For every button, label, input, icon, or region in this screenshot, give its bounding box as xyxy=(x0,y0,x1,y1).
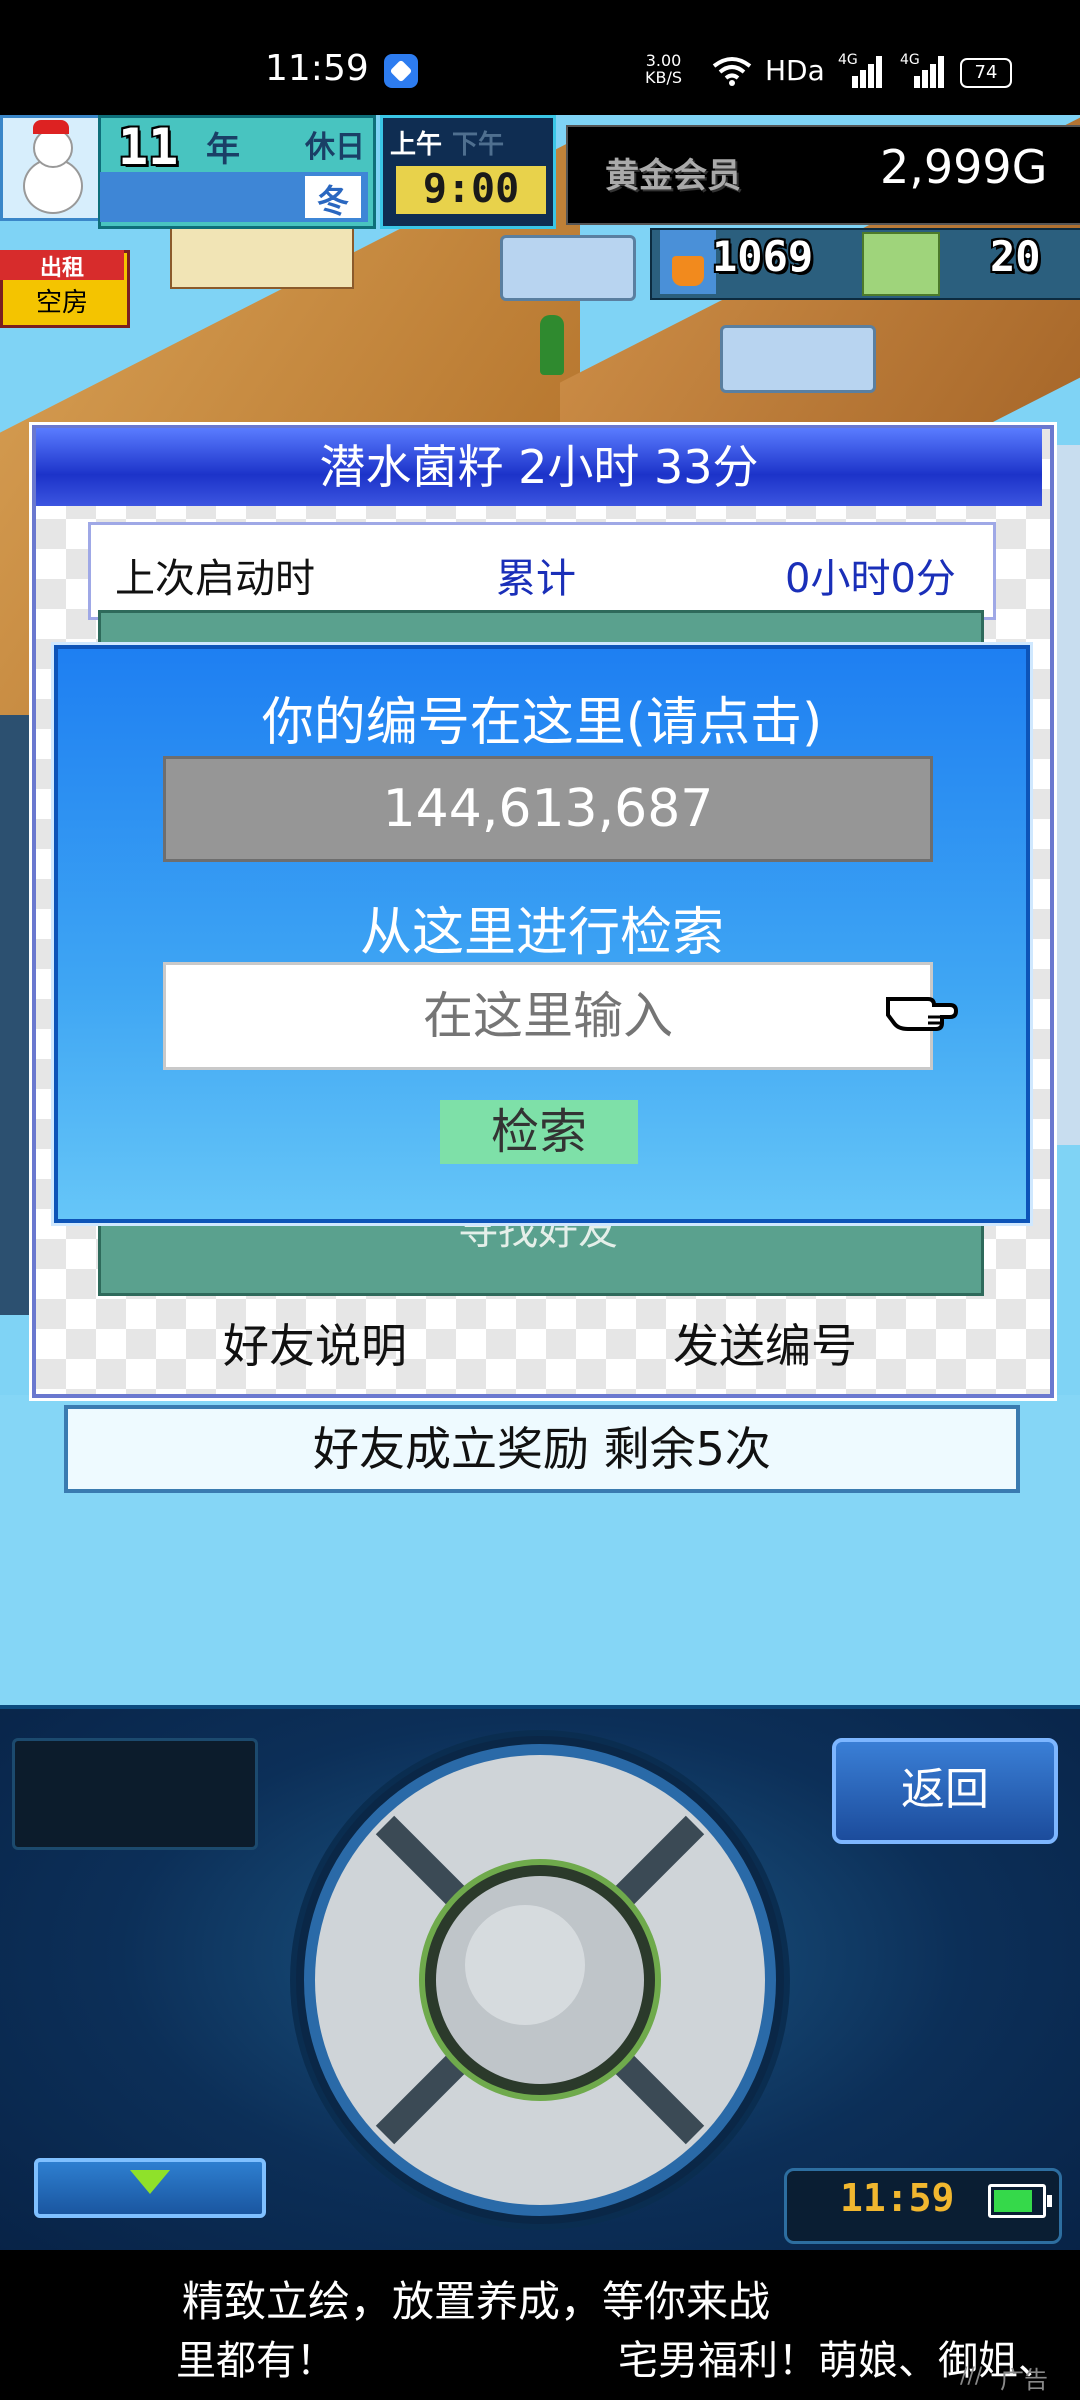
battery-icon xyxy=(988,2184,1052,2218)
dpad-control[interactable] xyxy=(290,1730,790,2230)
rent-label: 出租 xyxy=(0,250,124,281)
send-id-button[interactable]: 发送编号 xyxy=(590,1312,940,1380)
ticket-count: 20 xyxy=(990,232,1041,281)
hd-indicator: HDa xyxy=(765,54,825,87)
playtime-value: 0小时0分 xyxy=(785,556,956,602)
total-label: 累计 xyxy=(496,556,576,602)
vacancy-label: 空房 xyxy=(35,288,88,318)
ad-logo-icon: /// xyxy=(960,2364,983,2389)
bed-sprite xyxy=(500,235,636,301)
search-title: 从这里进行检索 xyxy=(359,903,724,963)
am-label: 上午 xyxy=(390,130,443,160)
member-label: 黄金会员 xyxy=(605,156,741,196)
battery-indicator: 74 xyxy=(960,58,1012,88)
signal-icon-1: 4G xyxy=(838,52,882,88)
chevron-down-icon xyxy=(130,2170,170,2194)
year-number: 11 xyxy=(118,118,179,176)
wifi-icon xyxy=(712,57,752,86)
flask-icon xyxy=(660,230,716,294)
pointing-hand-icon xyxy=(886,997,959,1031)
network-speed-unit: KB/S xyxy=(645,68,683,87)
holiday-label: 休日 xyxy=(305,130,365,165)
dialog-title: 潜水菌籽 2小时 33分 xyxy=(36,428,1042,506)
ad-text[interactable]: 宅男福利！萌娘、御姐、 xyxy=(618,2328,1058,2386)
signal-icon-2: 4G xyxy=(900,52,944,88)
ad-label: 广告 xyxy=(1000,2366,1048,2394)
ticket-icon xyxy=(862,232,940,296)
money-value: 2,999G xyxy=(880,140,1048,194)
person-sprite xyxy=(540,315,564,375)
season-avatar xyxy=(0,115,104,221)
back-button[interactable]: 返回 xyxy=(832,1738,1058,1844)
year-unit: 年 xyxy=(206,130,240,170)
bed-sprite xyxy=(720,325,876,393)
signal-label-2: 4G xyxy=(900,52,920,68)
device-clock: 11:59 xyxy=(840,2176,955,2220)
ad-text[interactable]: 精致立绘，放置养成，等你来战 xyxy=(182,2268,770,2329)
pm-label: 下午 xyxy=(452,130,505,160)
status-bar: 11:59 3.00 KB/S HDa 4G 4G 74 xyxy=(0,0,1080,115)
menu-down-button[interactable] xyxy=(34,2158,266,2218)
app-notification-icon xyxy=(384,54,418,88)
mini-screen xyxy=(12,1738,258,1850)
player-id-box[interactable]: 144,613,687 xyxy=(163,756,933,862)
season-label: 冬 xyxy=(305,176,361,220)
last-launch-label: 上次启动时 xyxy=(115,556,315,602)
network-speed-value: 3.00 xyxy=(645,51,682,70)
friend-info-button[interactable]: 好友说明 xyxy=(140,1312,490,1380)
search-button[interactable]: 检索 xyxy=(440,1100,638,1164)
research-points: 1069 xyxy=(712,232,814,281)
status-time: 11:59 xyxy=(265,48,369,89)
search-input[interactable] xyxy=(163,962,933,1070)
id-title: 你的编号在这里(请点击) xyxy=(261,693,823,753)
signal-label-1: 4G xyxy=(838,52,858,68)
network-speed: 3.00 KB/S xyxy=(645,52,682,86)
game-clock: 9:00 xyxy=(396,166,546,214)
friend-reward-bar: 好友成立奖励 剩余5次 xyxy=(64,1405,1020,1493)
ad-text[interactable]: 里都有！ xyxy=(176,2328,336,2386)
